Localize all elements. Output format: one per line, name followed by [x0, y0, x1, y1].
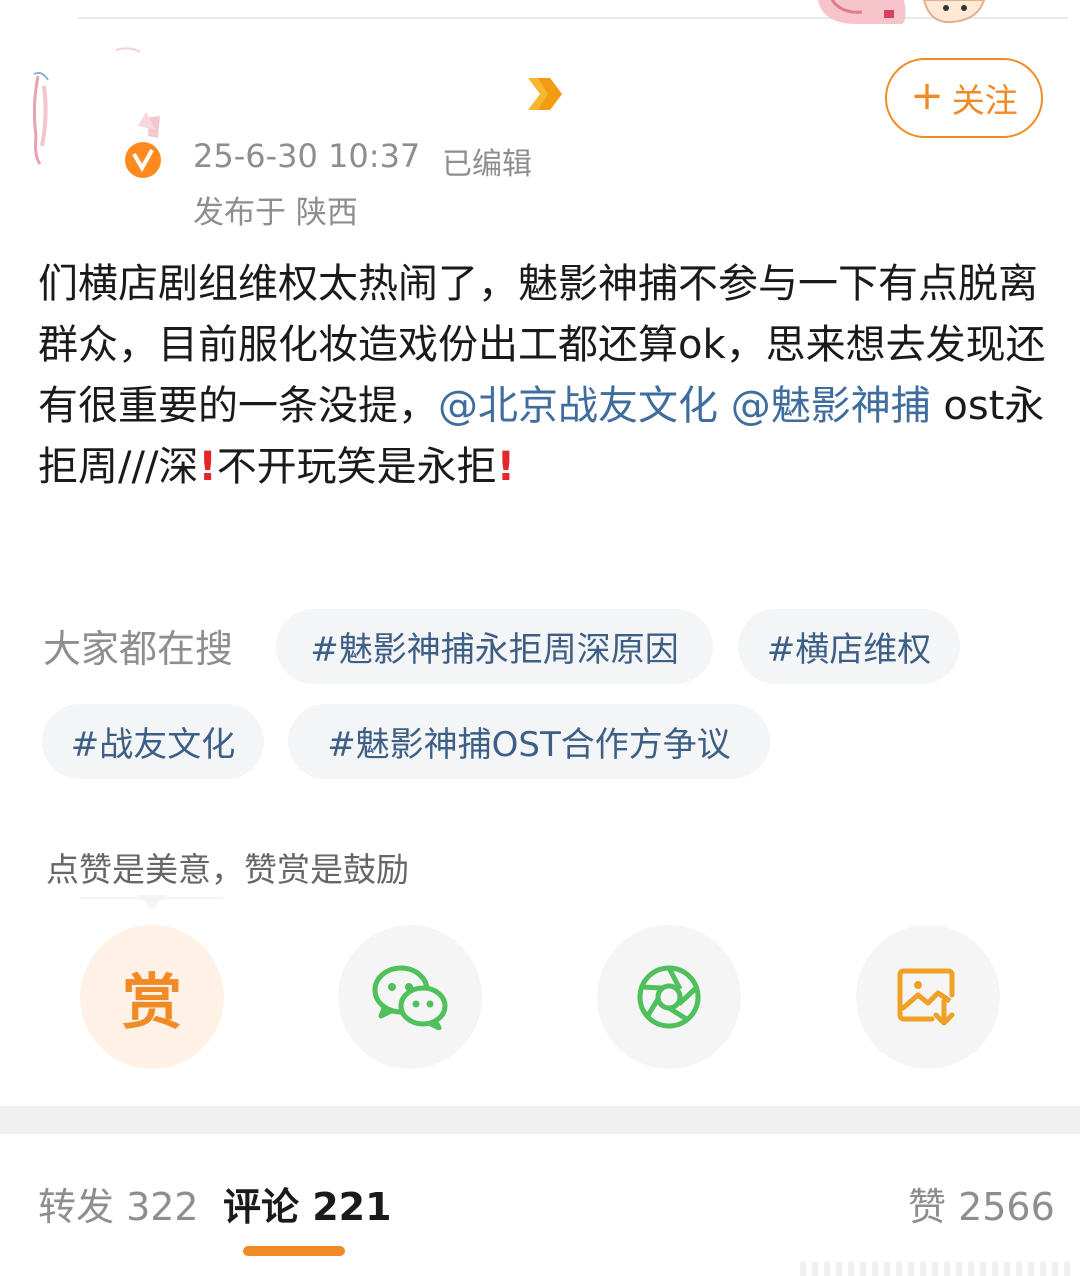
- reward-icon: 赏: [122, 967, 182, 1038]
- hot-search-chip[interactable]: #横店维权: [738, 609, 960, 684]
- exclamation-icon: !: [496, 444, 515, 490]
- follow-label: 关注: [951, 81, 1018, 120]
- wechat-icon: [372, 965, 448, 1030]
- hot-search-label: 大家都在搜: [43, 627, 234, 671]
- share-moments-button[interactable]: [597, 925, 741, 1069]
- moments-icon: [637, 965, 701, 1029]
- share-wechat-button[interactable]: [338, 925, 482, 1069]
- follow-button[interactable]: + 关注: [885, 58, 1043, 138]
- plus-icon: +: [910, 73, 944, 119]
- watermark-strip: [800, 1262, 1070, 1276]
- tooltip-caret: [138, 895, 166, 909]
- text-spacer: [718, 383, 731, 429]
- sticker-image: [818, 0, 986, 24]
- hot-search-chip[interactable]: #魅影神捕永拒周深原因: [276, 609, 713, 684]
- post-location: 发布于 陕西: [193, 195, 358, 231]
- exclamation-icon: !: [198, 444, 217, 490]
- save-image-icon: [897, 968, 955, 1026]
- hot-search-chip[interactable]: #战友文化: [42, 704, 264, 779]
- mention-beijing-zhanyou[interactable]: @北京战友文化: [438, 383, 718, 429]
- decoration-icon: [528, 78, 562, 110]
- reward-button[interactable]: 赏: [80, 925, 224, 1069]
- reward-hint: 点赞是美意，赞赏是鼓励: [46, 850, 409, 889]
- post-text: 不开玩笑是永拒: [216, 444, 497, 490]
- hot-search-chip[interactable]: #魅影神捕OST合作方争议: [288, 704, 770, 779]
- edited-label: 已编辑: [442, 147, 532, 182]
- tab-likes[interactable]: 赞 2566: [908, 1176, 1055, 1231]
- tab-comments[interactable]: 评论 221: [223, 1176, 392, 1231]
- mention-meiying-shenbu[interactable]: @魅影神捕: [731, 383, 931, 429]
- tab-repost[interactable]: 转发 322: [38, 1176, 199, 1231]
- save-image-button[interactable]: [856, 925, 1000, 1069]
- post-body: 们横店剧组维权太热闹了，魅影神捕不参与一下有点脱离群众，目前服化妆造戏份出工都还…: [38, 254, 1048, 498]
- avatar[interactable]: [30, 46, 165, 186]
- section-divider: [0, 1106, 1080, 1134]
- post-timestamp: 25-6-30 10:37: [193, 137, 421, 175]
- active-tab-indicator: [243, 1246, 345, 1256]
